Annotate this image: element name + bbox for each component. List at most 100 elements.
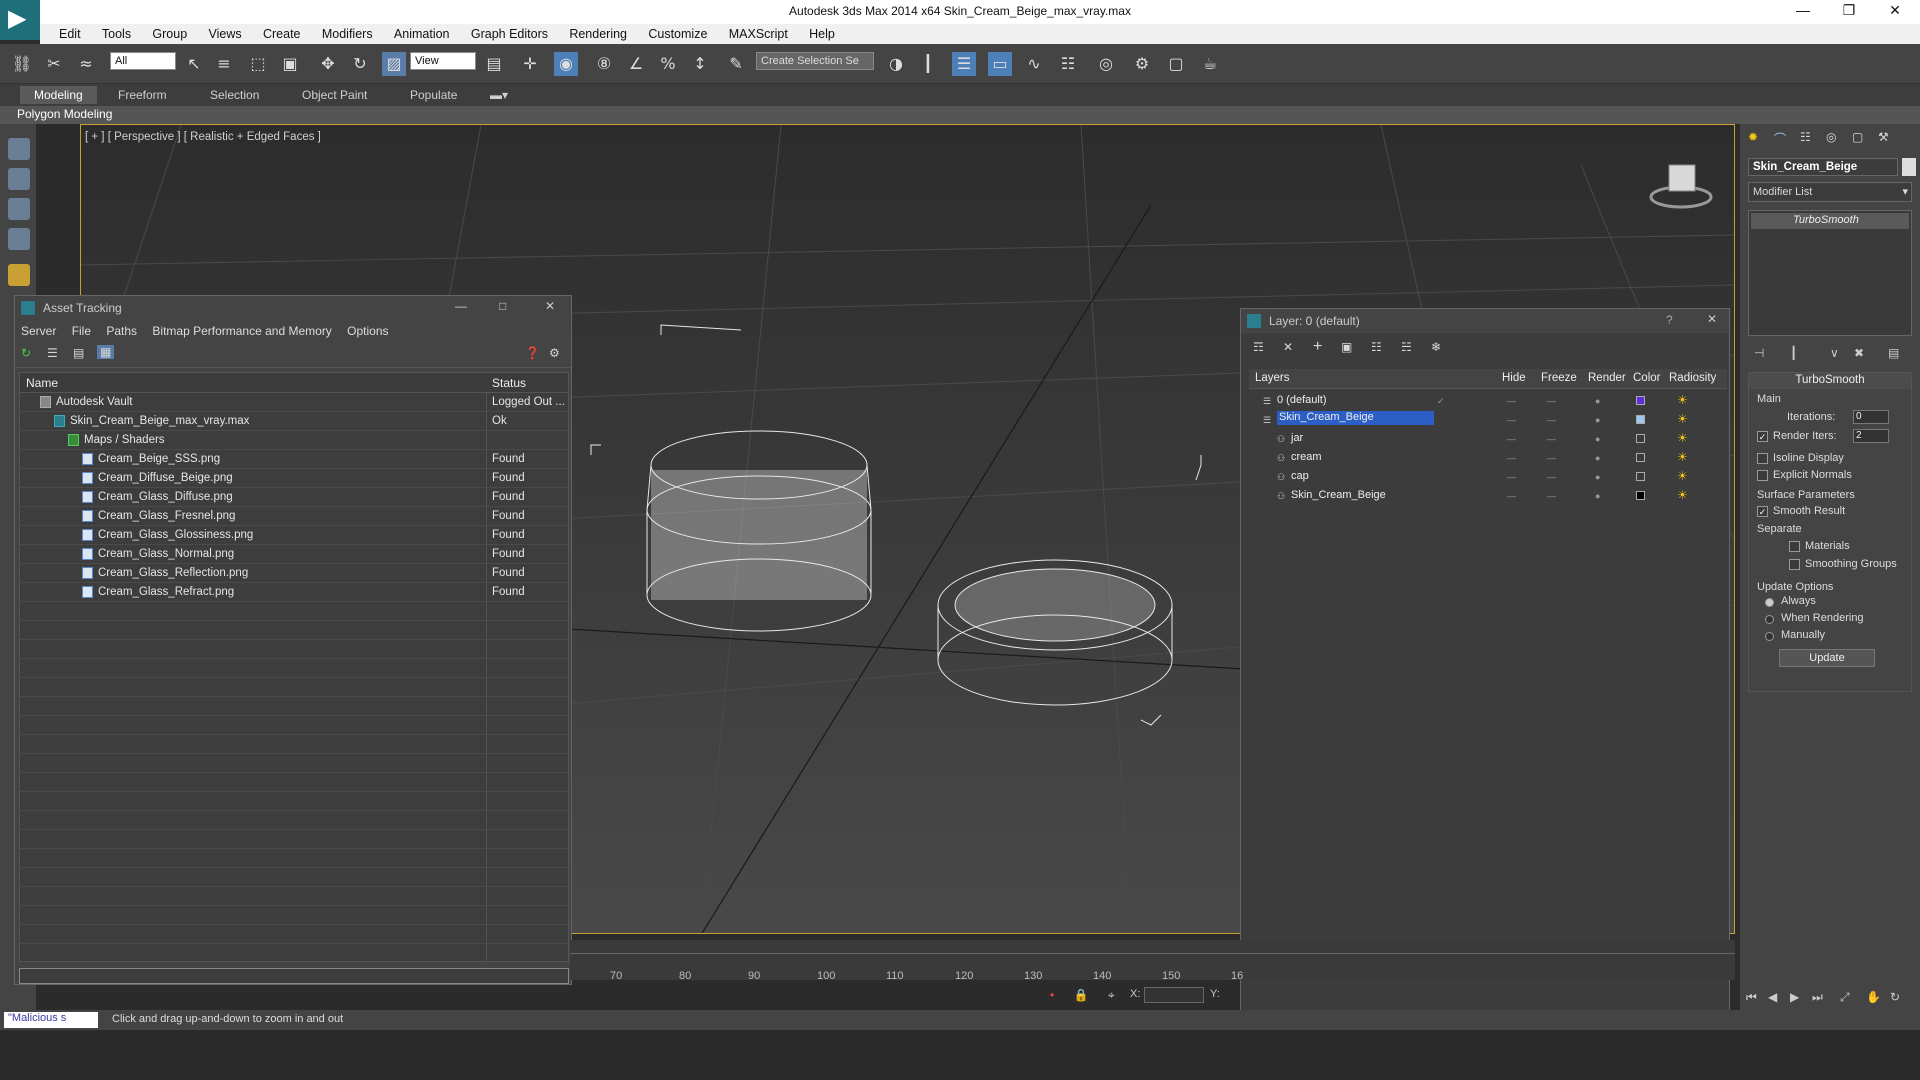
asset-menu-file[interactable]: File bbox=[66, 320, 97, 342]
freeze-all-icon[interactable]: ❄ bbox=[1431, 340, 1441, 354]
tab-populate[interactable]: Populate bbox=[410, 88, 457, 102]
menu-graph-editors[interactable]: Graph Editors bbox=[462, 24, 557, 41]
menu-maxscript[interactable]: MAXScript bbox=[720, 24, 797, 41]
render-iters-spinner[interactable]: 2 bbox=[1853, 429, 1889, 443]
asset-row[interactable]: Cream_Glass_Fresnel.png Found bbox=[20, 507, 568, 526]
col-radiosity[interactable]: Radiosity bbox=[1669, 372, 1716, 384]
thumbnail-view-icon[interactable]: ▤ bbox=[73, 346, 84, 360]
scale-icon[interactable]: ▨ bbox=[382, 52, 406, 76]
update-button[interactable]: Update bbox=[1779, 649, 1875, 667]
prev-frame-icon[interactable]: ◀ bbox=[1768, 990, 1777, 1004]
render-setup-icon[interactable]: ⚙ bbox=[1130, 52, 1154, 76]
asset-row[interactable]: Cream_Diffuse_Beige.png Found bbox=[20, 469, 568, 488]
asset-row[interactable]: Autodesk Vault Logged Out ... bbox=[20, 393, 568, 412]
layer-color-swatch[interactable] bbox=[1636, 396, 1645, 405]
object-name-field[interactable]: Skin_Cream_Beige bbox=[1748, 158, 1898, 176]
configure-sets-icon[interactable]: ▤ bbox=[1888, 346, 1899, 360]
col-hide[interactable]: Hide bbox=[1502, 372, 1526, 384]
freeze-toggle[interactable]: — bbox=[1547, 434, 1556, 444]
active-layer-check-icon[interactable]: ✓ bbox=[1437, 396, 1445, 407]
snap-3d-icon[interactable]: ⑧ bbox=[592, 52, 616, 76]
render-toggle-icon[interactable]: ● bbox=[1595, 453, 1600, 463]
asset-minimize-button[interactable]: — bbox=[455, 299, 467, 313]
col-render[interactable]: Render bbox=[1588, 372, 1626, 384]
unlink-icon[interactable]: ✂ bbox=[42, 52, 66, 76]
graphite-toggle-icon[interactable]: ▭ bbox=[988, 52, 1012, 76]
tab-modeling[interactable]: Modeling bbox=[20, 86, 97, 104]
hide-all-icon[interactable]: ☵ bbox=[1401, 340, 1412, 354]
menu-create[interactable]: Create bbox=[254, 24, 310, 41]
manually-radio[interactable] bbox=[1765, 632, 1774, 641]
pan-icon[interactable]: ✋ bbox=[1866, 990, 1881, 1004]
radiosity-icon[interactable]: ☀ bbox=[1677, 431, 1688, 445]
col-freeze[interactable]: Freeze bbox=[1541, 372, 1577, 384]
absolute-mode-icon[interactable]: ⌖ bbox=[1108, 988, 1115, 1002]
hierarchy-tab-icon[interactable]: ☷ bbox=[1800, 130, 1811, 144]
stack-item-turbosmooth[interactable]: TurboSmooth bbox=[1751, 213, 1909, 229]
asset-row[interactable]: Maps / Shaders bbox=[20, 431, 568, 450]
asset-row[interactable]: Cream_Glass_Reflection.png Found bbox=[20, 564, 568, 583]
asset-menu-options[interactable]: Options bbox=[341, 320, 394, 342]
render-toggle-icon[interactable]: ● bbox=[1595, 472, 1600, 482]
asset-row[interactable]: Cream_Glass_Diffuse.png Found bbox=[20, 488, 568, 507]
mirror-icon[interactable]: ◑ bbox=[884, 52, 908, 76]
asset-tracking-titlebar[interactable]: Asset Tracking — □ ✕ bbox=[15, 296, 571, 320]
rendered-frame-icon[interactable]: ▢ bbox=[1164, 52, 1188, 76]
zoom-extents-icon[interactable]: ⤢ bbox=[1840, 990, 1850, 1005]
column-status[interactable]: Status bbox=[492, 376, 526, 390]
layer-color-swatch[interactable] bbox=[1636, 472, 1645, 481]
display-tab-icon[interactable]: ▢ bbox=[1852, 130, 1863, 144]
asset-row[interactable]: Skin_Cream_Beige_max_vray.max Ok bbox=[20, 412, 568, 431]
hide-toggle[interactable]: — bbox=[1507, 396, 1516, 406]
asset-maximize-button[interactable]: □ bbox=[499, 299, 506, 313]
freeze-toggle[interactable]: — bbox=[1547, 472, 1556, 482]
curve-editor-icon[interactable]: ∿ bbox=[1022, 52, 1046, 76]
materials-checkbox[interactable] bbox=[1789, 541, 1800, 552]
align-icon[interactable]: ┃ bbox=[916, 52, 940, 76]
highlight-layer-icon[interactable]: ☷ bbox=[1371, 340, 1382, 354]
photo-icon[interactable] bbox=[8, 168, 30, 190]
hide-toggle[interactable]: — bbox=[1507, 491, 1516, 501]
add-to-layer-icon[interactable]: + bbox=[1313, 338, 1322, 356]
material-editor-icon[interactable]: ◎ bbox=[1094, 52, 1118, 76]
refresh-icon[interactable]: ↻ bbox=[21, 346, 31, 360]
polygon-modeling-label[interactable]: Polygon Modeling bbox=[17, 107, 112, 121]
tab-selection[interactable]: Selection bbox=[210, 88, 259, 102]
radiosity-icon[interactable]: ☀ bbox=[1677, 393, 1688, 407]
render-toggle-icon[interactable]: ● bbox=[1595, 415, 1600, 425]
spinner-snap-icon[interactable]: ↕ bbox=[688, 52, 712, 76]
teapot-icon[interactable] bbox=[8, 138, 30, 160]
render-toggle-icon[interactable]: ● bbox=[1595, 396, 1600, 406]
viewport-label[interactable]: [ + ] [ Perspective ] [ Realistic + Edge… bbox=[85, 131, 321, 143]
angle-snap-icon[interactable]: ∠ bbox=[624, 52, 648, 76]
delete-layer-icon[interactable]: ✕ bbox=[1283, 340, 1293, 354]
asset-row[interactable]: Cream_Glass_Normal.png Found bbox=[20, 545, 568, 564]
utilities-tab-icon[interactable]: ⚒ bbox=[1878, 130, 1889, 144]
radiosity-icon[interactable]: ☀ bbox=[1677, 450, 1688, 464]
menu-modifiers[interactable]: Modifiers bbox=[313, 24, 382, 41]
move-icon[interactable]: ✥ bbox=[316, 52, 340, 76]
make-unique-icon[interactable]: ∨ bbox=[1830, 346, 1839, 360]
maxscript-listener[interactable]: "Malicious s bbox=[4, 1012, 98, 1028]
show-end-result-icon[interactable]: ┃ bbox=[1790, 346, 1797, 360]
col-color[interactable]: Color bbox=[1633, 372, 1660, 384]
menu-rendering[interactable]: Rendering bbox=[560, 24, 636, 41]
play-icon[interactable]: ▶ bbox=[1790, 990, 1799, 1004]
asset-menu-bitmap[interactable]: Bitmap Performance and Memory bbox=[146, 320, 337, 342]
ref-coord-dropdown[interactable]: View bbox=[410, 52, 476, 70]
modify-tab-icon[interactable]: ⌒ bbox=[1774, 130, 1786, 147]
lock-icon[interactable]: 🔒 bbox=[1074, 988, 1089, 1002]
asset-row[interactable]: Cream_Glass_Refract.png Found bbox=[20, 583, 568, 602]
render-toggle-icon[interactable]: ● bbox=[1595, 491, 1600, 501]
layer-manager-icon[interactable]: ☰ bbox=[952, 52, 976, 76]
layer-row[interactable]: ⚇ cap — — ● ☀ bbox=[1249, 467, 1727, 486]
new-layer-icon[interactable]: ☶ bbox=[1253, 340, 1264, 354]
light-icon[interactable] bbox=[8, 264, 30, 286]
hide-toggle[interactable]: — bbox=[1507, 434, 1516, 444]
render-production-icon[interactable]: ☕ bbox=[1198, 52, 1222, 76]
close-button[interactable]: ✕ bbox=[1880, 2, 1910, 19]
freeze-toggle[interactable]: — bbox=[1547, 415, 1556, 425]
pin-stack-icon[interactable]: ⊣ bbox=[1754, 346, 1764, 360]
hide-toggle[interactable]: — bbox=[1507, 453, 1516, 463]
link-icon[interactable]: ⛓ bbox=[10, 52, 34, 76]
